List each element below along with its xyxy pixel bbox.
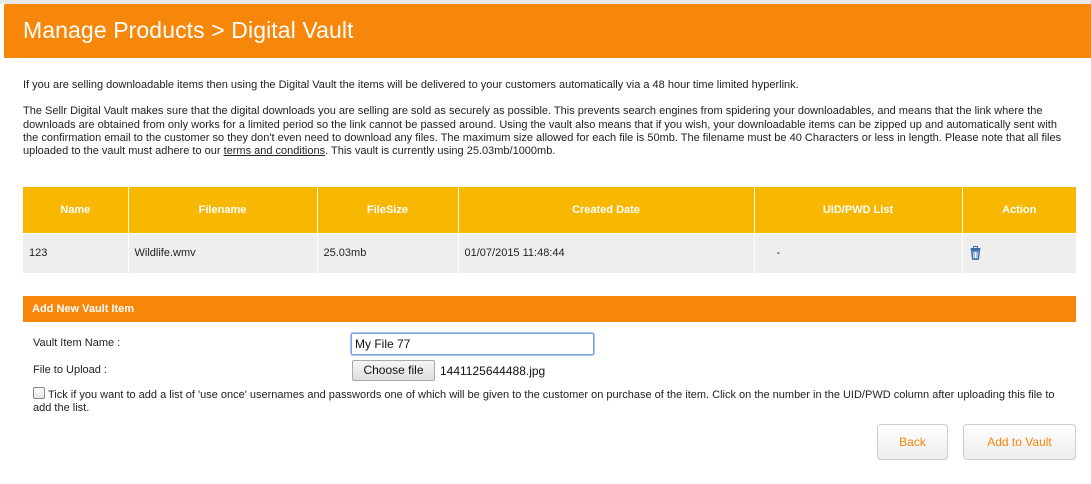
add-to-vault-button[interactable]: Add to Vault: [963, 424, 1076, 460]
cell-created-date: 01/07/2015 11:48:44: [458, 232, 755, 273]
column-header-created-date: Created Date: [458, 187, 755, 233]
vault-usage-text: . This vault is currently using 25.03mb/…: [325, 145, 556, 158]
cell-uid-pwd[interactable]: -: [754, 232, 963, 273]
column-header-name: Name: [23, 187, 129, 233]
file-to-upload-label: File to Upload :: [33, 364, 107, 376]
intro-text: If you are selling downloadable items th…: [23, 79, 1068, 158]
cell-filesize: 25.03mb: [317, 232, 459, 273]
column-header-filesize: FileSize: [317, 187, 459, 233]
cell-name: 123: [23, 232, 129, 273]
column-header-filename: Filename: [128, 187, 318, 233]
intro-paragraph-1: If you are selling downloadable items th…: [23, 79, 799, 91]
use-once-credentials-checkbox[interactable]: [33, 387, 45, 399]
choose-file-button[interactable]: Choose file: [352, 360, 435, 381]
table-row: 123 Wildlife.wmv 25.03mb 01/07/2015 11:4…: [23, 232, 1076, 273]
table-header-row: Name Filename FileSize Created Date UID/…: [23, 187, 1076, 233]
column-header-action: Action: [962, 187, 1076, 233]
add-vault-item-header: Add New Vault Item: [23, 296, 1076, 322]
page-title: Manage Products > Digital Vault: [23, 17, 354, 43]
tick-description: Tick if you want to add a list of 'use o…: [33, 389, 1055, 415]
vault-table: Name Filename FileSize Created Date UID/…: [23, 187, 1076, 273]
selected-file-name: 1441125644488.jpg: [440, 364, 546, 378]
cell-filename: Wildlife.wmv: [128, 232, 318, 273]
intro-paragraph-2: The Sellr Digital Vault makes sure that …: [23, 105, 1068, 158]
cell-action: [962, 232, 1076, 273]
terms-link[interactable]: terms and conditions: [224, 145, 326, 157]
vault-item-name-label: Vault Item Name :: [33, 337, 121, 349]
trash-icon[interactable]: [970, 246, 981, 261]
back-button[interactable]: Back: [877, 424, 948, 460]
page-header: Manage Products > Digital Vault: [4, 4, 1091, 58]
column-header-uid-pwd-list: UID/PWD List: [754, 187, 963, 233]
vault-item-name-input[interactable]: [351, 333, 594, 355]
